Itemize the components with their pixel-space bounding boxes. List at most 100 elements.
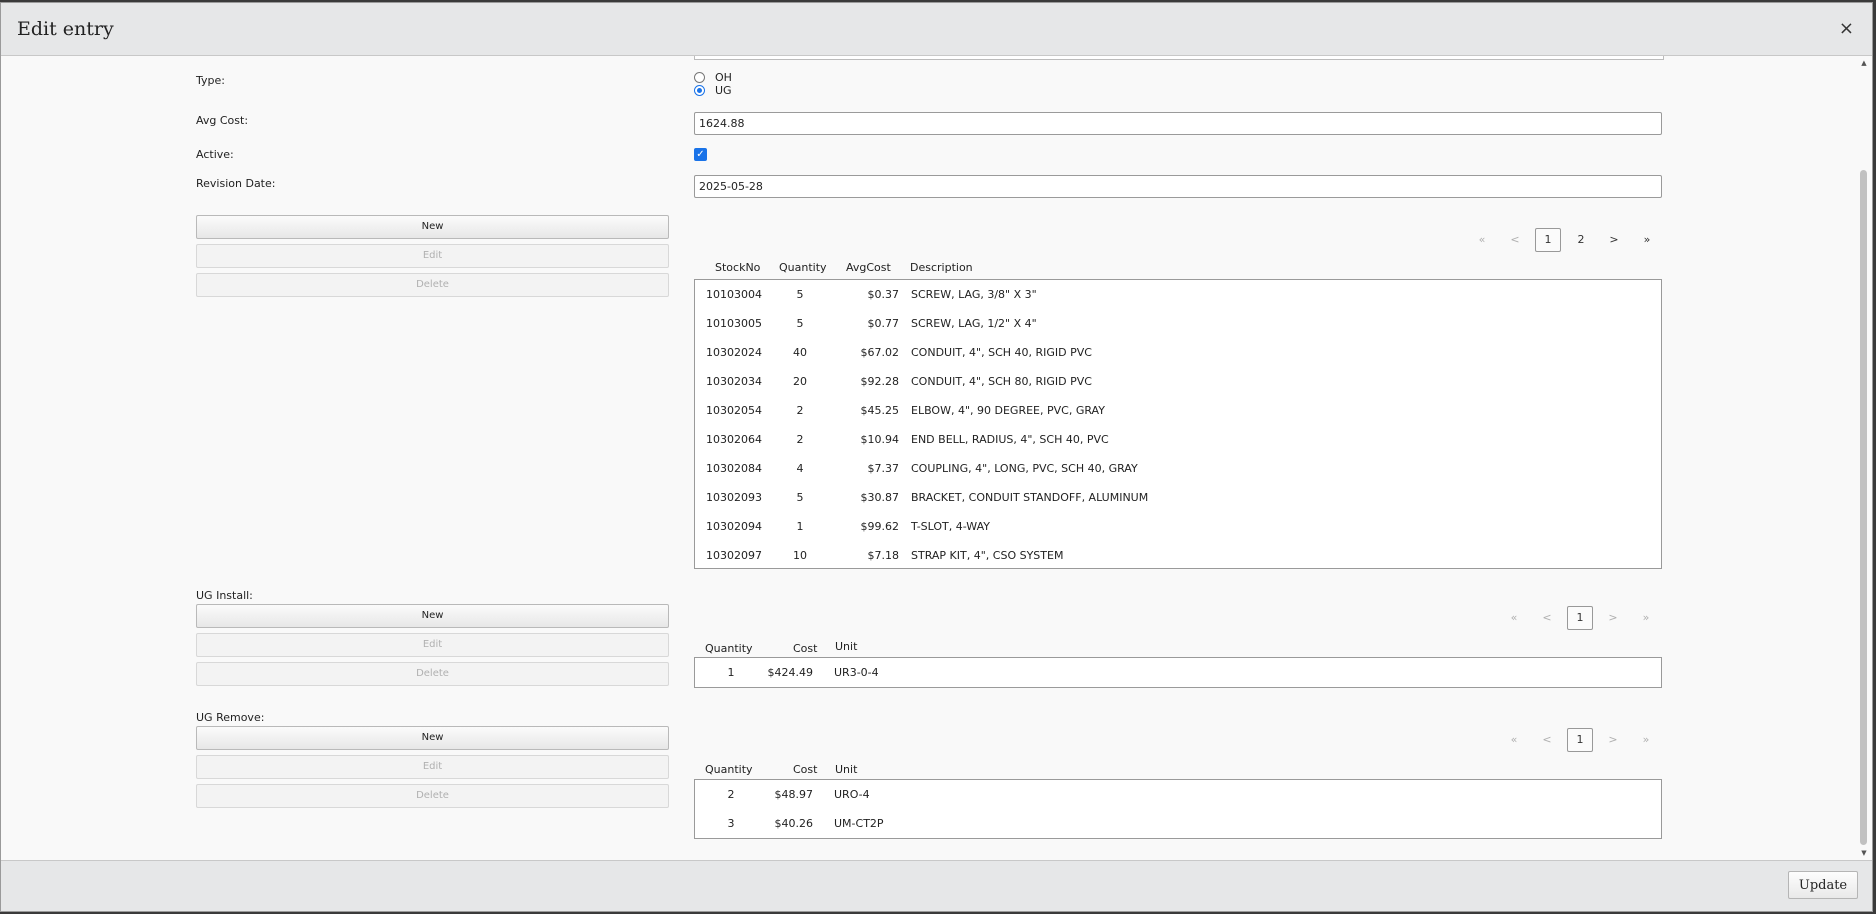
pager-first-button[interactable]: « (1501, 728, 1527, 752)
column-header-cost[interactable]: Cost (793, 763, 817, 776)
scroll-up-icon[interactable]: ▲ (1859, 58, 1869, 68)
cell-description: BRACKET, CONDUIT STANDOFF, ALUMINUM (911, 491, 1149, 504)
cell-stockno: 10302084 (706, 462, 762, 475)
ug-remove-label: UG Remove: (196, 711, 265, 724)
pager-next-button[interactable]: > (1601, 228, 1627, 252)
scrollbar-thumb[interactable] (1860, 170, 1867, 845)
table-row[interactable]: 10302034 20 $92.28 CONDUIT, 4", SCH 80, … (695, 367, 1661, 396)
dialog-body: Type: OH UG Avg Cost: 1624.88 Active: ✓ … (1, 56, 1856, 861)
cell-stockno: 10302054 (706, 404, 762, 417)
pager-page-2[interactable]: 2 (1568, 228, 1594, 252)
cell-unit: UR3-0-4 (834, 666, 879, 679)
cell-description: T-SLOT, 4-WAY (911, 520, 990, 533)
pager-first-button[interactable]: « (1501, 606, 1527, 630)
edit-entry-dialog: Edit entry × Type: OH UG Avg Cost: 1624.… (0, 2, 1873, 912)
cell-quantity: 40 (793, 346, 807, 359)
ug-remove-new-button[interactable]: New (196, 726, 669, 750)
table-row[interactable]: 10103004 5 $0.37 SCREW, LAG, 3/8" X 3" (695, 280, 1661, 309)
column-header-stockno[interactable]: StockNo (715, 261, 760, 274)
close-icon[interactable]: × (1839, 18, 1854, 39)
column-header-cost[interactable]: Cost (793, 642, 817, 655)
table-row[interactable]: 10302084 4 $7.37 COUPLING, 4", LONG, PVC… (695, 454, 1661, 483)
cell-avgcost: $0.77 (867, 317, 900, 330)
type-oh-radio[interactable] (694, 72, 705, 83)
scroll-down-icon[interactable]: ▼ (1859, 848, 1869, 858)
materials-delete-button[interactable]: Delete (196, 273, 669, 297)
column-header-quantity[interactable]: Quantity (705, 763, 753, 776)
cell-quantity: 10 (793, 549, 807, 562)
pager-prev-button[interactable]: < (1534, 728, 1560, 752)
cell-avgcost: $99.62 (860, 520, 900, 533)
cell-description: CONDUIT, 4", SCH 40, RIGID PVC (911, 346, 1092, 359)
table-row[interactable]: 10103005 5 $0.77 SCREW, LAG, 1/2" X 4" (695, 309, 1661, 338)
ug-remove-edit-button[interactable]: Edit (196, 755, 669, 779)
previous-field-edge (694, 56, 1664, 60)
cell-stockno: 10302097 (706, 549, 762, 562)
pager-next-button[interactable]: > (1600, 728, 1626, 752)
table-row[interactable]: 10302093 5 $30.87 BRACKET, CONDUIT STAND… (695, 483, 1661, 512)
revision-date-input[interactable]: 2025-05-28 (694, 175, 1662, 198)
cell-unit: UM-CT2P (834, 817, 884, 830)
materials-edit-button[interactable]: Edit (196, 244, 669, 268)
cell-quantity: 2 (796, 404, 804, 417)
ug-install-new-button[interactable]: New (196, 604, 669, 628)
column-header-quantity[interactable]: Quantity (779, 261, 827, 274)
cell-quantity: 5 (796, 317, 804, 330)
cell-cost: $40.26 (774, 817, 814, 830)
pager-page-1[interactable]: 1 (1535, 228, 1561, 252)
table-row[interactable]: 10302097 10 $7.18 STRAP KIT, 4", CSO SYS… (695, 541, 1661, 570)
column-header-quantity[interactable]: Quantity (705, 642, 753, 655)
ug-install-grid: 1 $424.49 UR3-0-4 (694, 657, 1662, 688)
ug-install-label: UG Install: (196, 589, 253, 602)
cell-unit: URO-4 (834, 788, 870, 801)
dialog-scrollbar[interactable]: ▲ ▼ (1858, 58, 1870, 858)
active-checkbox[interactable]: ✓ (694, 148, 707, 161)
pager-prev-button[interactable]: < (1502, 228, 1528, 252)
pager-page-1[interactable]: 1 (1567, 728, 1593, 752)
cell-description: END BELL, RADIUS, 4", SCH 40, PVC (911, 433, 1109, 446)
type-ug-radio[interactable] (694, 85, 705, 96)
cell-quantity: 20 (793, 375, 807, 388)
update-button[interactable]: Update (1788, 871, 1858, 899)
cell-description: SCREW, LAG, 3/8" X 3" (911, 288, 1037, 301)
cell-quantity: 5 (796, 288, 804, 301)
column-header-avgcost[interactable]: AvgCost (846, 261, 891, 274)
cell-quantity: 1 (727, 666, 735, 679)
cell-stockno: 10103005 (706, 317, 762, 330)
revision-date-label: Revision Date: (196, 177, 276, 190)
table-row[interactable]: 10302054 2 $45.25 ELBOW, 4", 90 DEGREE, … (695, 396, 1661, 425)
pager-last-button[interactable]: » (1634, 228, 1660, 252)
ug-install-delete-button[interactable]: Delete (196, 662, 669, 686)
pager-last-button[interactable]: » (1633, 728, 1659, 752)
pager-first-button[interactable]: « (1469, 228, 1495, 252)
type-label: Type: (196, 74, 225, 87)
table-row[interactable]: 1 $424.49 UR3-0-4 (695, 658, 1661, 687)
ug-remove-delete-button[interactable]: Delete (196, 784, 669, 808)
table-row[interactable]: 10302024 40 $67.02 CONDUIT, 4", SCH 40, … (695, 338, 1661, 367)
table-row[interactable]: 3 $40.26 UM-CT2P (695, 809, 1661, 838)
pager-next-button[interactable]: > (1600, 606, 1626, 630)
column-header-unit[interactable]: Unit (835, 763, 857, 776)
cell-avgcost: $7.18 (867, 549, 900, 562)
cell-avgcost: $92.28 (860, 375, 900, 388)
ug-install-edit-button[interactable]: Edit (196, 633, 669, 657)
cell-avgcost: $7.37 (867, 462, 900, 475)
pager-prev-button[interactable]: < (1534, 606, 1560, 630)
cell-stockno: 10302024 (706, 346, 762, 359)
table-row[interactable]: 10302064 2 $10.94 END BELL, RADIUS, 4", … (695, 425, 1661, 454)
materials-new-button[interactable]: New (196, 215, 669, 239)
type-ug-label: UG (715, 84, 732, 97)
column-header-unit[interactable]: Unit (835, 640, 857, 653)
cell-stockno: 10302034 (706, 375, 762, 388)
pager-last-button[interactable]: » (1633, 606, 1659, 630)
table-row[interactable]: 2 $48.97 URO-4 (695, 780, 1661, 809)
pager-page-1[interactable]: 1 (1567, 606, 1593, 630)
cell-stockno: 10302093 (706, 491, 762, 504)
materials-pager: « < 1 2 > » (1469, 228, 1662, 252)
cell-quantity: 4 (796, 462, 804, 475)
table-row[interactable]: 10302094 1 $99.62 T-SLOT, 4-WAY (695, 512, 1661, 541)
column-header-description[interactable]: Description (910, 261, 973, 274)
avg-cost-input[interactable]: 1624.88 (694, 112, 1662, 135)
materials-grid: 10103004 5 $0.37 SCREW, LAG, 3/8" X 3" 1… (694, 279, 1662, 569)
cell-cost: $48.97 (774, 788, 814, 801)
